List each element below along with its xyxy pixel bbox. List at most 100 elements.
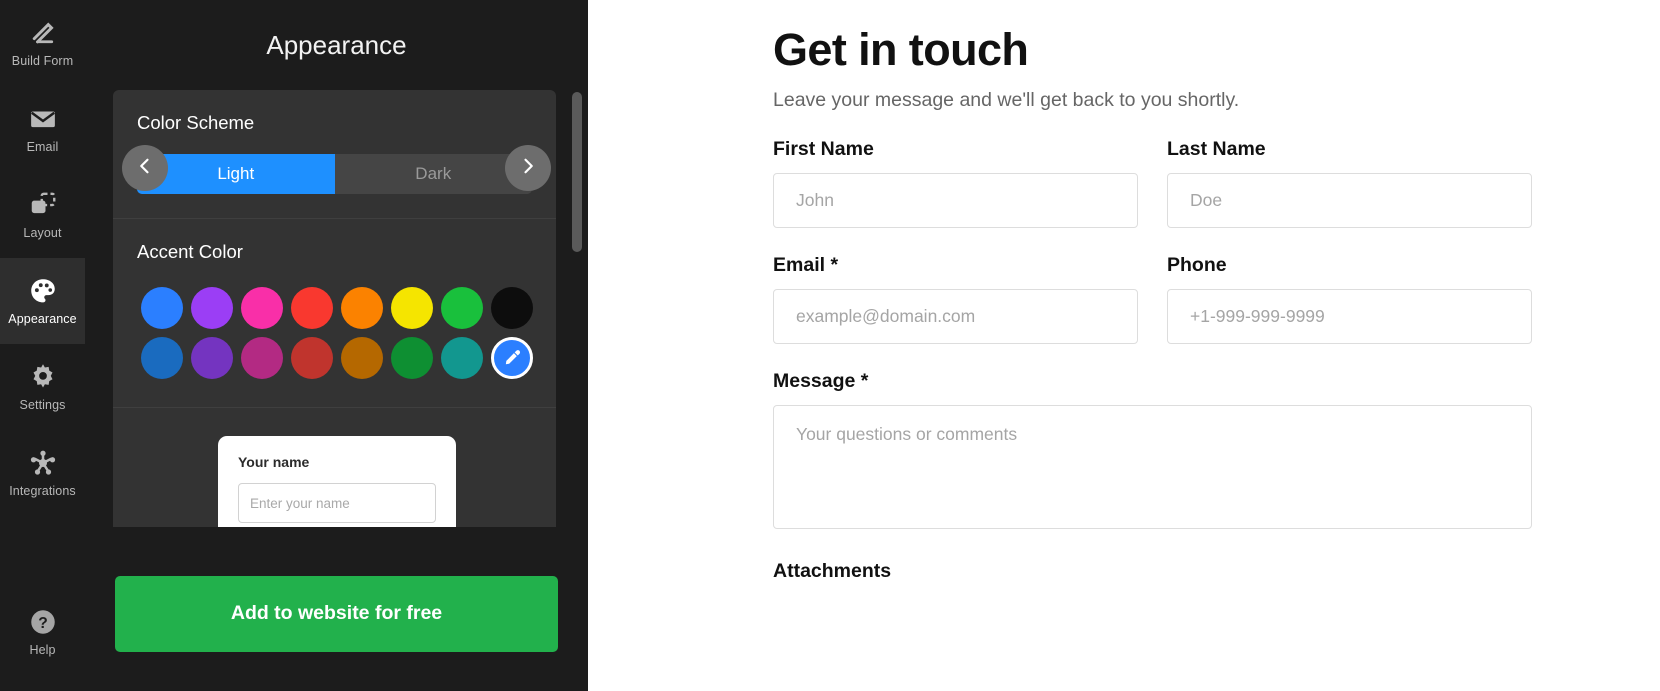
contact-row: Email * Phone — [773, 254, 1532, 345]
preview-prev-button[interactable] — [122, 145, 168, 191]
form-inner: Get in touch Leave your message and we'l… — [588, 26, 1660, 583]
swatch-cell — [137, 333, 187, 383]
first-name-field-group: First Name — [773, 138, 1138, 229]
accent-swatch-5[interactable] — [391, 287, 433, 329]
accent-color-section: Accent Color — [113, 218, 556, 407]
first-name-label: First Name — [773, 138, 874, 161]
accent-swatch-10[interactable] — [241, 337, 283, 379]
sidebar-item-settings[interactable]: Settings — [0, 344, 85, 430]
accent-swatch-13[interactable] — [391, 337, 433, 379]
first-name-input[interactable] — [773, 173, 1138, 229]
phone-input[interactable] — [1167, 289, 1532, 345]
email-field-group: Email * — [773, 254, 1138, 345]
attachments-label: Attachments — [773, 560, 892, 583]
last-name-input[interactable] — [1167, 173, 1532, 229]
swatch-cell — [437, 283, 487, 333]
swatch-cell — [187, 283, 237, 333]
settings-card: Color Scheme Light Dark Accent Color You… — [113, 90, 556, 527]
swatch-cell — [287, 333, 337, 383]
last-name-label: Last Name — [1167, 138, 1266, 161]
app-root: Build Form Email Layout Appearance Setti — [0, 0, 1660, 691]
accent-swatch-2[interactable] — [241, 287, 283, 329]
eyedropper-icon — [505, 350, 521, 365]
swatch-cell — [237, 283, 287, 333]
sidebar-item-label: Appearance — [8, 312, 77, 327]
email-label: Email * — [773, 254, 839, 277]
color-scheme-toggle[interactable]: Light Dark — [137, 154, 532, 194]
panel-title: Appearance — [266, 29, 407, 60]
preview-next-button[interactable] — [505, 145, 551, 191]
accent-swatch-12[interactable] — [341, 337, 383, 379]
gear-icon — [28, 362, 58, 392]
swatch-cell — [487, 333, 537, 383]
swatch-cell — [137, 283, 187, 333]
chevron-left-icon — [135, 156, 155, 181]
panel-footer: Add to website for free — [85, 536, 588, 691]
email-input[interactable] — [773, 289, 1138, 345]
swatch-cell — [337, 283, 387, 333]
sidebar-item-label: Layout — [23, 226, 62, 241]
accent-swatch-8[interactable] — [141, 337, 183, 379]
message-label: Message * — [773, 370, 869, 393]
color-scheme-option-dark[interactable]: Dark — [334, 154, 532, 194]
form-preview-card: Your name Enter your name — [218, 436, 456, 527]
swatch-cell — [387, 283, 437, 333]
name-row: First Name Last Name — [773, 138, 1532, 229]
color-scheme-section: Color Scheme Light Dark — [113, 90, 556, 218]
color-scheme-title: Color Scheme — [137, 112, 255, 133]
message-textarea[interactable] — [773, 405, 1532, 530]
svg-text:?: ? — [38, 615, 48, 632]
swatch-cell — [287, 283, 337, 333]
custom-color-button[interactable] — [491, 337, 533, 379]
sidebar-item-layout[interactable]: Layout — [0, 172, 85, 258]
sidebar-item-label: Email — [26, 140, 59, 155]
chevron-right-icon — [518, 156, 538, 181]
swatch-cell — [187, 333, 237, 383]
swatch-cell — [387, 333, 437, 383]
preview-field-label: Your name — [238, 454, 310, 470]
phone-label: Phone — [1167, 254, 1227, 277]
accent-swatch-11[interactable] — [291, 337, 333, 379]
sidebar-item-label: Settings — [19, 398, 66, 413]
accent-swatch-3[interactable] — [291, 287, 333, 329]
accent-swatch-7[interactable] — [491, 287, 533, 329]
accent-swatch-grid — [137, 283, 533, 383]
swatch-cell — [437, 333, 487, 383]
swatch-cell — [337, 333, 387, 383]
message-field-group: Message * — [773, 370, 1532, 534]
envelope-icon — [28, 104, 58, 134]
add-to-website-button[interactable]: Add to website for free — [115, 575, 558, 652]
page-subtitle: Leave your message and we'll get back to… — [773, 89, 1240, 112]
sidebar-item-email[interactable]: Email — [0, 86, 85, 172]
sidebar-item-label: Build Form — [11, 54, 74, 69]
page-title: Get in touch — [773, 24, 1029, 75]
accent-swatch-4[interactable] — [341, 287, 383, 329]
appearance-panel: Appearance Color Scheme Light Dark Accen… — [85, 0, 588, 691]
swatch-cell — [487, 283, 537, 333]
accent-swatch-14[interactable] — [441, 337, 483, 379]
sidebar-item-integrations[interactable]: Integrations — [0, 430, 85, 516]
sidebar-item-appearance[interactable]: Appearance — [0, 258, 85, 344]
palette-icon — [28, 276, 58, 306]
hub-icon — [28, 448, 58, 478]
last-name-field-group: Last Name — [1167, 138, 1532, 229]
accent-swatch-6[interactable] — [441, 287, 483, 329]
phone-field-group: Phone — [1167, 254, 1532, 345]
accent-swatch-1[interactable] — [191, 287, 233, 329]
preview-section: Your name Enter your name — [113, 407, 556, 527]
pencil-icon — [28, 18, 58, 48]
attachments-field-group: Attachments — [773, 560, 1532, 583]
layout-icon — [28, 190, 58, 220]
swatch-cell — [237, 333, 287, 383]
sidebar-item-help[interactable]: ? Help — [0, 589, 85, 675]
sidebar-item-label: Help — [29, 643, 56, 658]
sidebar-item-build-form[interactable]: Build Form — [0, 0, 85, 86]
question-circle-icon: ? — [28, 607, 58, 637]
accent-swatch-9[interactable] — [191, 337, 233, 379]
rail-spacer — [0, 516, 85, 589]
preview-field-input: Enter your name — [238, 483, 436, 523]
sidebar-item-label: Integrations — [9, 484, 76, 499]
form-preview-pane: Get in touch Leave your message and we'l… — [588, 0, 1660, 691]
panel-scrollbar-thumb[interactable] — [572, 92, 582, 252]
accent-swatch-0[interactable] — [141, 287, 183, 329]
